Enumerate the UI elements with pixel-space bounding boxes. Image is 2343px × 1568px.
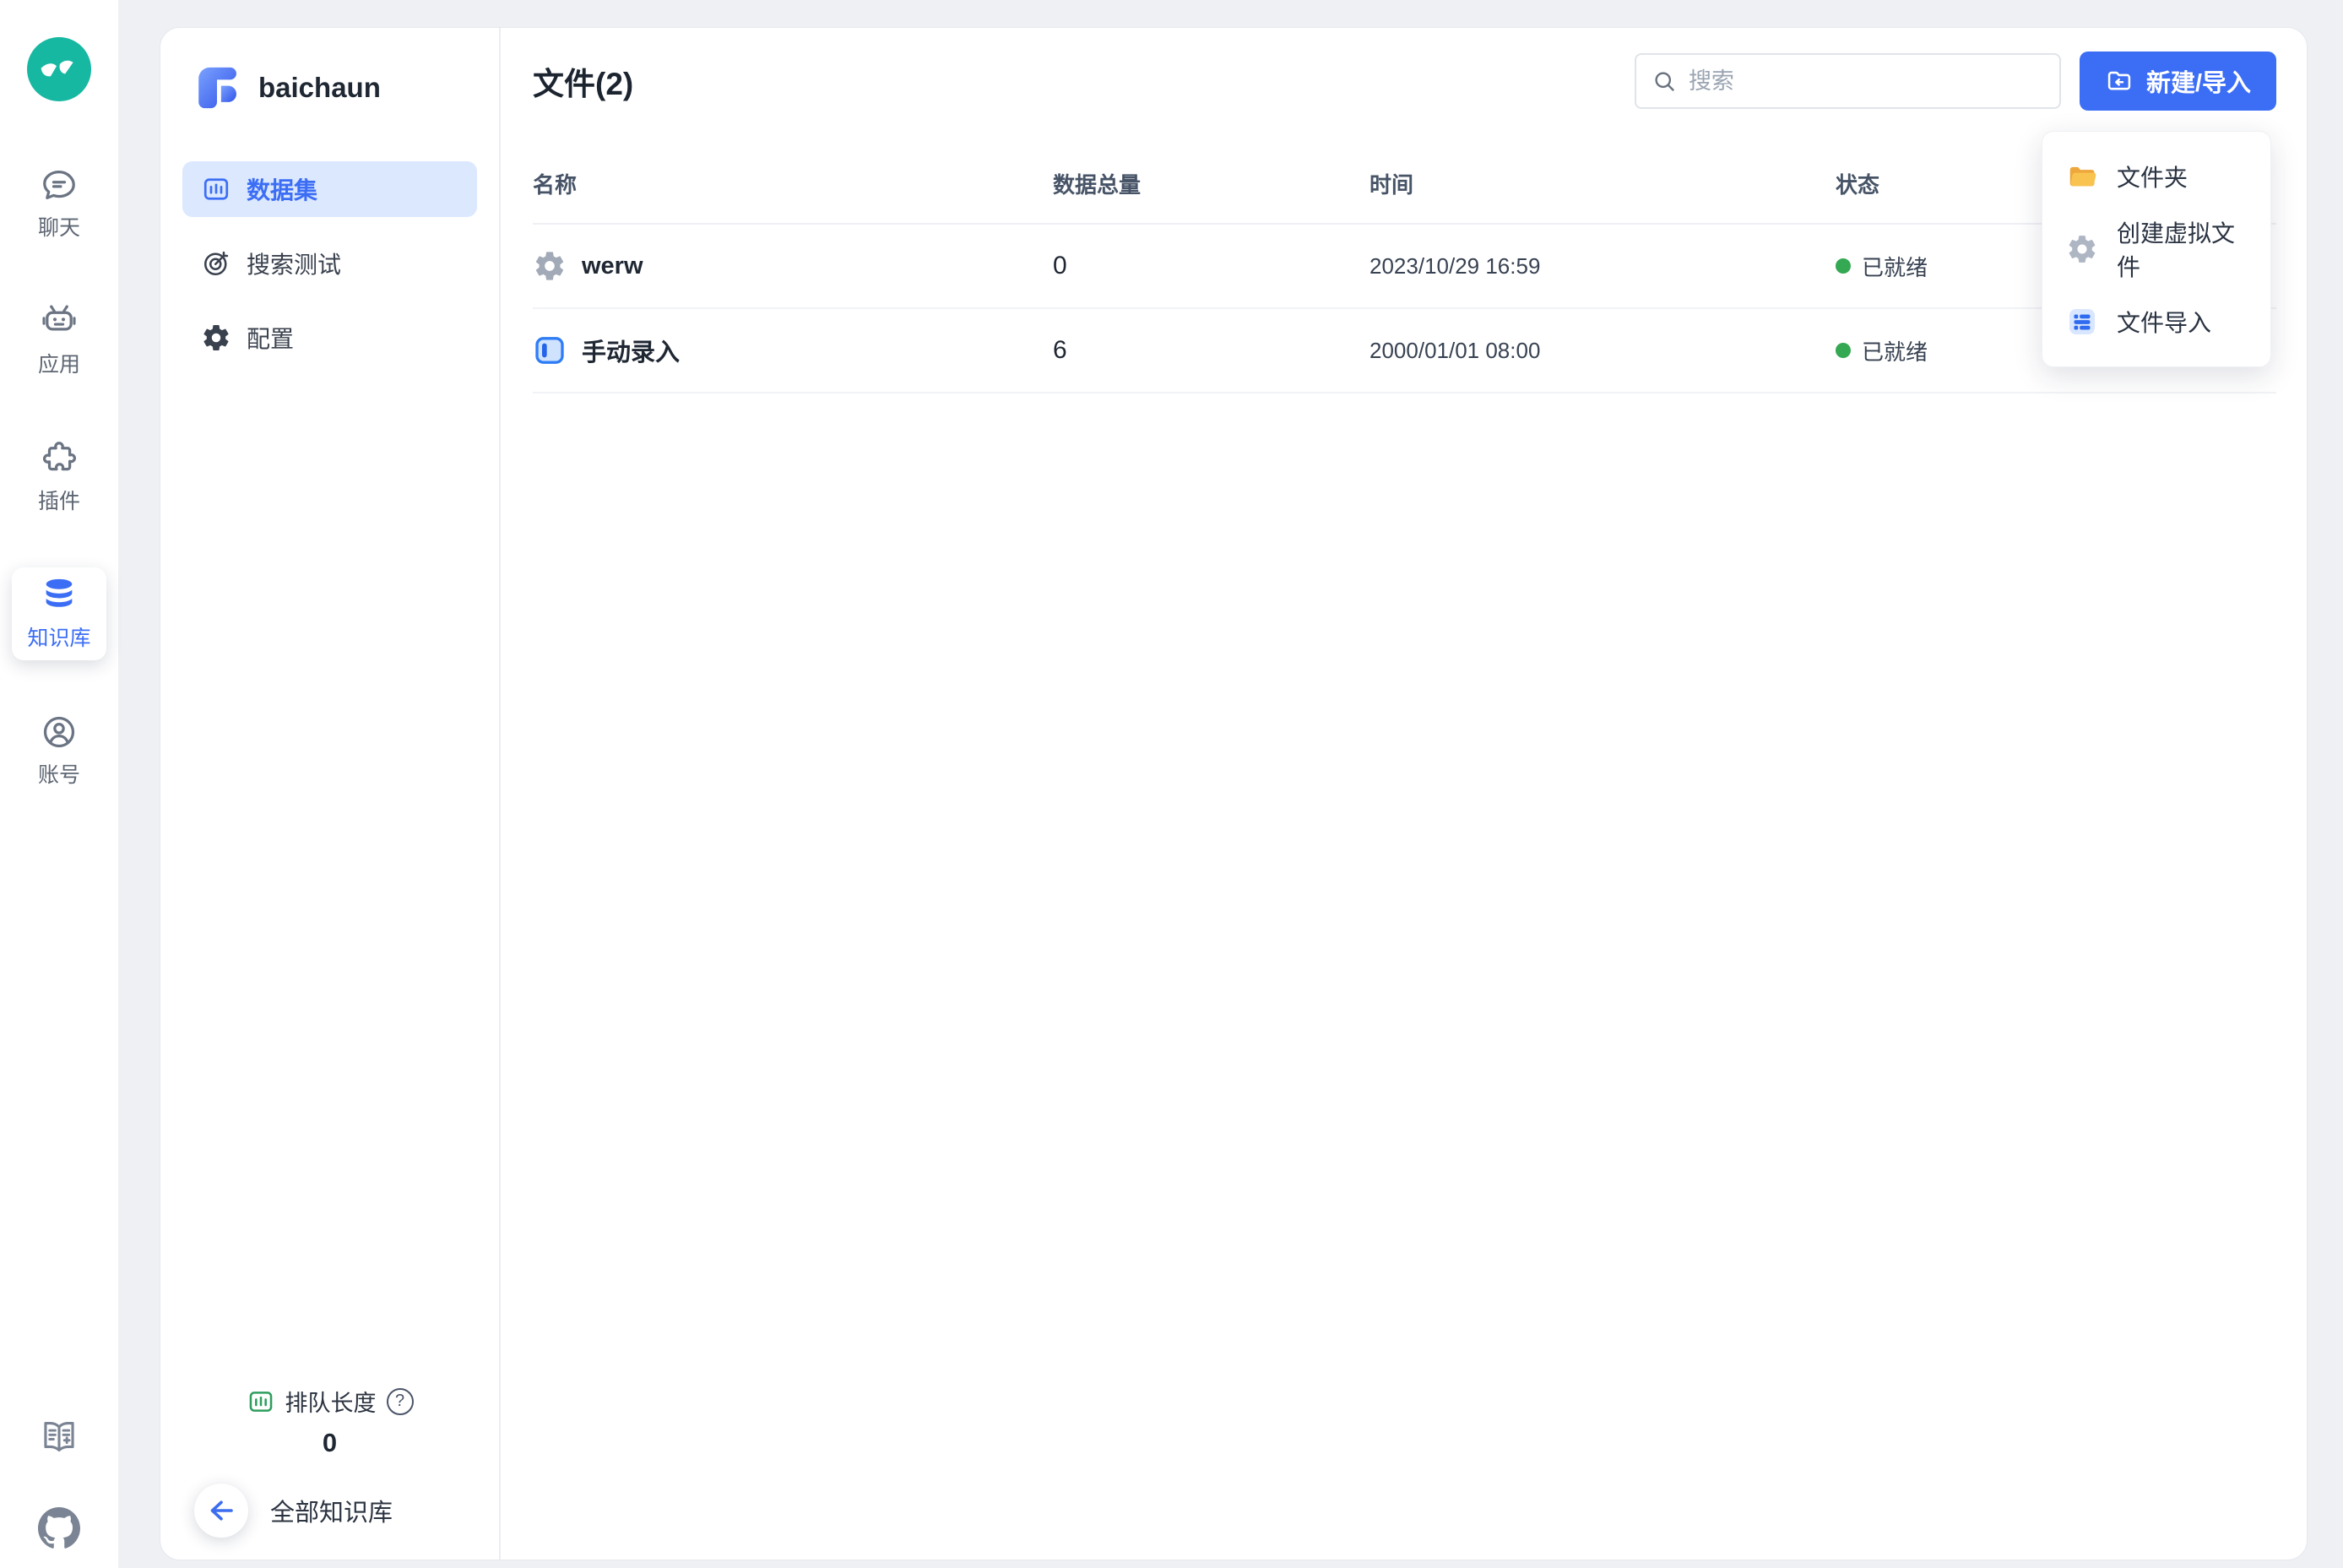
- virtual-file-gear-icon: [533, 249, 567, 283]
- col-header-time: 时间: [1369, 168, 1836, 199]
- rail-item-label: 账号: [38, 758, 80, 789]
- rail-item-account[interactable]: 账号: [12, 704, 106, 797]
- dataset-name: werw: [582, 252, 643, 280]
- create-import-button[interactable]: 新建/导入: [2080, 52, 2276, 111]
- dropdown-item-file-import[interactable]: 文件导入: [2042, 285, 2270, 358]
- create-import-label: 新建/导入: [2146, 63, 2251, 99]
- rail-item-apps[interactable]: 应用: [12, 294, 106, 387]
- rail-item-label: 知识库: [27, 621, 90, 652]
- kb-sidebar: baichaun 数据集 搜索测试: [160, 28, 501, 1560]
- create-import-dropdown: 文件夹 创建虚拟文件: [2042, 131, 2271, 367]
- dataset-count: 0: [1053, 252, 1369, 280]
- rail-footer: [38, 1416, 80, 1568]
- status-ready-dot: [1836, 258, 1851, 274]
- rail-nav: 聊天 应用 插件: [0, 157, 118, 797]
- search-box[interactable]: [1635, 53, 2061, 109]
- dropdown-item-label: 文件导入: [2117, 305, 2211, 339]
- help-icon[interactable]: ?: [387, 1388, 414, 1415]
- app-window: 聊天 应用 插件: [0, 0, 2343, 1568]
- dropdown-item-label: 创建虚拟文件: [2117, 215, 2247, 283]
- virtual-file-gear-icon: [2066, 233, 2098, 265]
- dataset-count: 6: [1053, 336, 1369, 365]
- rail-item-label: 应用: [38, 348, 80, 378]
- files-table: 名称 数据总量 时间 状态 werw 0 2023/10/29 16:59: [533, 141, 2276, 393]
- table-row[interactable]: werw 0 2023/10/29 16:59 已就绪: [533, 225, 2276, 309]
- robot-icon: [40, 302, 79, 341]
- file-import-icon: [2066, 306, 2098, 338]
- content-header: 文件(2) 新建/导入: [533, 52, 2276, 111]
- dropdown-item-folder[interactable]: 文件夹: [2042, 140, 2270, 213]
- rail-item-label: 插件: [38, 485, 80, 515]
- docs-book-icon[interactable]: [38, 1416, 80, 1458]
- rail-item-label: 聊天: [38, 211, 80, 241]
- rail-item-chat[interactable]: 聊天: [12, 157, 106, 250]
- brand-logo[interactable]: [27, 37, 91, 101]
- queue-length-row: 排队长度 ?: [182, 1385, 477, 1418]
- col-header-name: 名称: [533, 168, 1053, 199]
- rail-item-knowledge-base[interactable]: 知识库: [12, 567, 106, 660]
- teal-bird-logo-icon: [27, 37, 91, 101]
- queue-length-label: 排队长度: [285, 1385, 377, 1418]
- table-header-row: 名称 数据总量 时间 状态: [533, 141, 2276, 225]
- kb-menu-item-dataset[interactable]: 数据集: [182, 161, 477, 217]
- target-icon: [201, 248, 231, 279]
- arrow-left-icon: [206, 1495, 236, 1526]
- search-input[interactable]: [1689, 68, 2044, 95]
- kb-menu: 数据集 搜索测试 配置: [182, 161, 477, 366]
- chat-icon: [40, 165, 79, 204]
- search-icon: [1651, 68, 1677, 94]
- kb-menu-label: 搜索测试: [247, 247, 341, 280]
- gear-icon: [201, 323, 231, 353]
- dropdown-item-label: 文件夹: [2117, 160, 2188, 193]
- folder-icon: [2066, 160, 2098, 193]
- dataset-name: 手动录入: [582, 333, 680, 368]
- github-icon[interactable]: [38, 1507, 80, 1549]
- puzzle-icon: [40, 439, 79, 478]
- status-label: 已就绪: [1862, 335, 1928, 366]
- account-icon: [40, 713, 79, 751]
- status-ready-dot: [1836, 343, 1851, 358]
- kb-footer: 排队长度 ? 0 全部知识库: [182, 1385, 477, 1538]
- col-header-count: 数据总量: [1053, 168, 1369, 199]
- main-card: baichaun 数据集 搜索测试: [160, 27, 2308, 1560]
- queue-length-value: 0: [182, 1428, 477, 1458]
- content-area: 文件(2) 新建/导入: [501, 28, 2307, 1560]
- dropdown-item-virtual-file[interactable]: 创建虚拟文件: [2042, 213, 2270, 285]
- dataset-icon: [201, 174, 231, 204]
- status-label: 已就绪: [1862, 251, 1928, 282]
- manual-entry-icon: [533, 334, 567, 367]
- folder-import-icon: [2105, 67, 2134, 95]
- kb-title: baichaun: [258, 72, 381, 104]
- kb-menu-label: 配置: [247, 321, 294, 355]
- dataset-time: 2000/01/01 08:00: [1369, 338, 1836, 364]
- icon-rail: 聊天 应用 插件: [0, 0, 118, 1568]
- kb-menu-item-config[interactable]: 配置: [182, 310, 477, 366]
- kb-menu-item-search-test[interactable]: 搜索测试: [182, 236, 477, 291]
- back-button[interactable]: [194, 1484, 248, 1538]
- rail-item-plugins[interactable]: 插件: [12, 431, 106, 524]
- queue-chart-icon: [247, 1387, 275, 1416]
- kb-menu-label: 数据集: [247, 172, 317, 206]
- page-title: 文件(2): [533, 58, 633, 104]
- fastgpt-logo-icon: [193, 63, 241, 112]
- back-to-all-kb[interactable]: 全部知识库: [182, 1484, 477, 1538]
- back-label: 全部知识库: [270, 1493, 393, 1528]
- dataset-time: 2023/10/29 16:59: [1369, 253, 1836, 279]
- database-icon: [40, 576, 79, 615]
- table-row[interactable]: 手动录入 6 2000/01/01 08:00 已就绪: [533, 309, 2276, 393]
- kb-header: baichaun: [182, 63, 477, 112]
